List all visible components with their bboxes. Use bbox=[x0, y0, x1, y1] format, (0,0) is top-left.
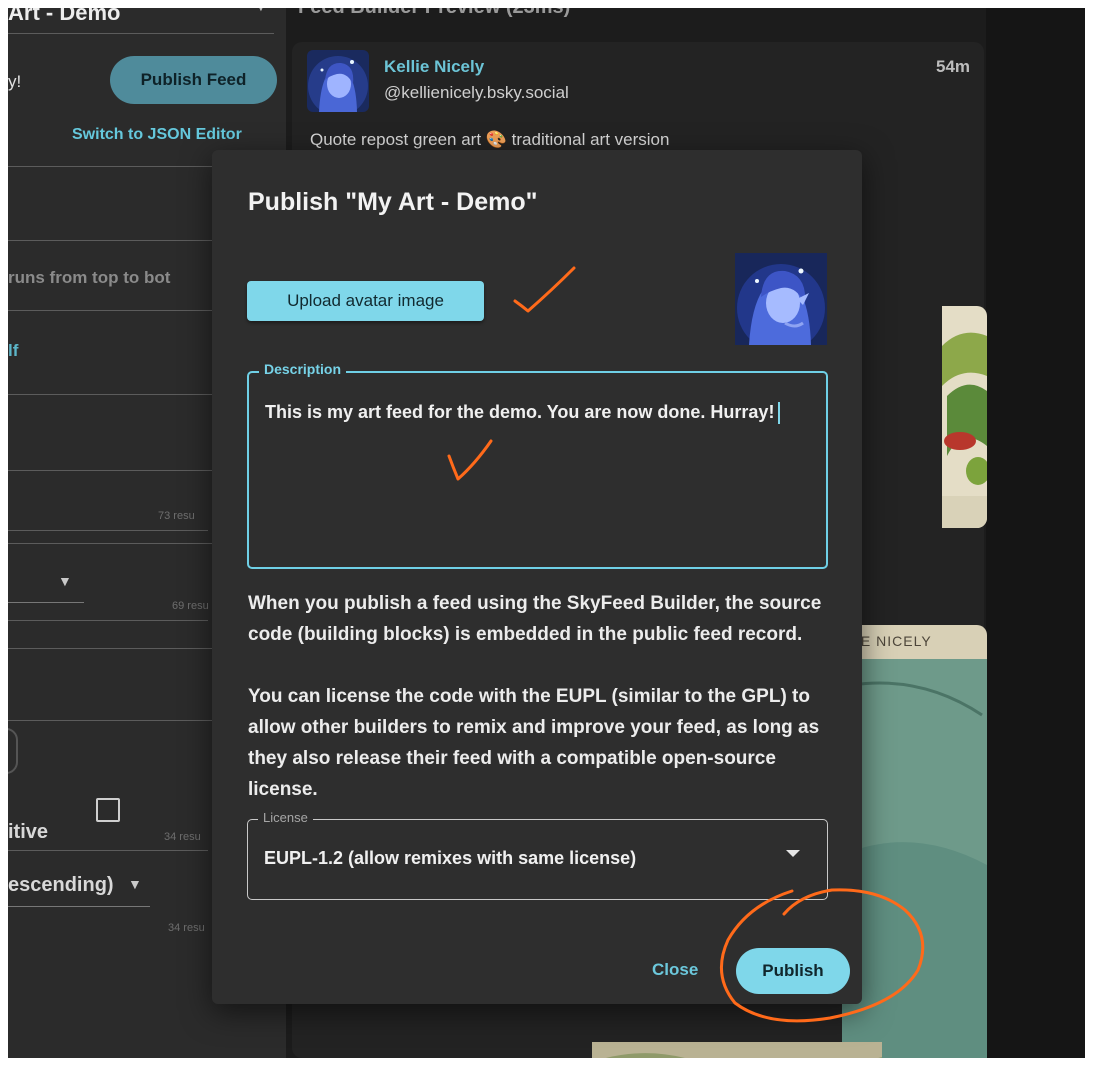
preview-header: Feed Builder Preview (23ms) bbox=[298, 8, 570, 19]
author-handle: @kellienicely.bsky.social bbox=[384, 83, 569, 102]
description-field[interactable]: Description This is my art feed for the … bbox=[247, 361, 828, 569]
triangle-down-icon[interactable] bbox=[786, 850, 800, 857]
avatar-preview bbox=[735, 253, 827, 345]
upload-avatar-button[interactable]: Upload avatar image bbox=[247, 281, 484, 321]
result-count: 34 resu bbox=[164, 831, 201, 843]
license-select[interactable]: License EUPL-1.2 (allow remixes with sam… bbox=[247, 810, 828, 900]
post-image[interactable]: IE NICELY bbox=[842, 625, 987, 1058]
description-input[interactable]: This is my art feed for the demo. You ar… bbox=[265, 397, 795, 427]
result-count: 34 resu bbox=[168, 922, 205, 934]
author-name[interactable]: Kellie Nicely bbox=[384, 57, 484, 77]
publish-dialog: Publish "My Art - Demo" Upload avatar im… bbox=[212, 150, 862, 1004]
author-avatar[interactable] bbox=[307, 50, 369, 112]
ready-text: y! bbox=[8, 72, 22, 91]
result-count: 69 resu bbox=[172, 600, 209, 612]
select-underline bbox=[8, 602, 84, 603]
license-value: EUPL-1.2 (allow remixes with same licens… bbox=[264, 848, 637, 868]
publish-button[interactable]: Publish bbox=[736, 948, 850, 994]
post-image[interactable] bbox=[592, 1042, 882, 1058]
select-underline bbox=[8, 906, 150, 907]
input-edge bbox=[8, 728, 18, 774]
info-paragraph: You can license the code with the EUPL (… bbox=[248, 686, 820, 800]
art-signature: IE NICELY bbox=[856, 633, 932, 649]
runs-hint-text: runs from top to bot bbox=[8, 268, 171, 287]
description-label: Description bbox=[259, 361, 347, 377]
json-editor-link[interactable]: Switch to JSON Editor bbox=[72, 126, 242, 144]
publish-feed-button[interactable]: Publish Feed bbox=[110, 56, 277, 104]
divider bbox=[8, 850, 208, 851]
text-caret bbox=[778, 402, 781, 425]
result-count: 73 resu bbox=[158, 510, 195, 522]
divider bbox=[8, 33, 274, 34]
divider bbox=[8, 620, 208, 621]
sensitive-checkbox[interactable] bbox=[96, 798, 120, 822]
sensitive-label: itive bbox=[8, 821, 49, 843]
info-paragraph: When you publish a feed using the SkyFee… bbox=[248, 593, 822, 645]
chevron-down-icon[interactable]: ▼ bbox=[58, 573, 72, 589]
chevron-down-icon[interactable]: ▼ bbox=[128, 876, 142, 892]
app-window: Art - Demo ▼ y! Publish Feed Switch to J… bbox=[8, 8, 1085, 1058]
feed-title: Art - Demo bbox=[8, 8, 121, 25]
post-text: Quote repost green art 🎨 traditional art… bbox=[310, 130, 670, 149]
description-value: This is my art feed for the demo. You ar… bbox=[265, 402, 775, 422]
post-time: 54m bbox=[936, 57, 971, 76]
divider bbox=[8, 530, 208, 531]
post-image[interactable] bbox=[942, 306, 987, 528]
chevron-down-icon[interactable]: ▼ bbox=[254, 8, 268, 14]
close-button[interactable]: Close bbox=[652, 960, 698, 980]
sort-select[interactable]: escending) bbox=[8, 874, 114, 897]
dialog-title: Publish "My Art - Demo" bbox=[248, 188, 538, 216]
self-link[interactable]: lf bbox=[8, 341, 18, 361]
license-label: License bbox=[258, 810, 313, 825]
